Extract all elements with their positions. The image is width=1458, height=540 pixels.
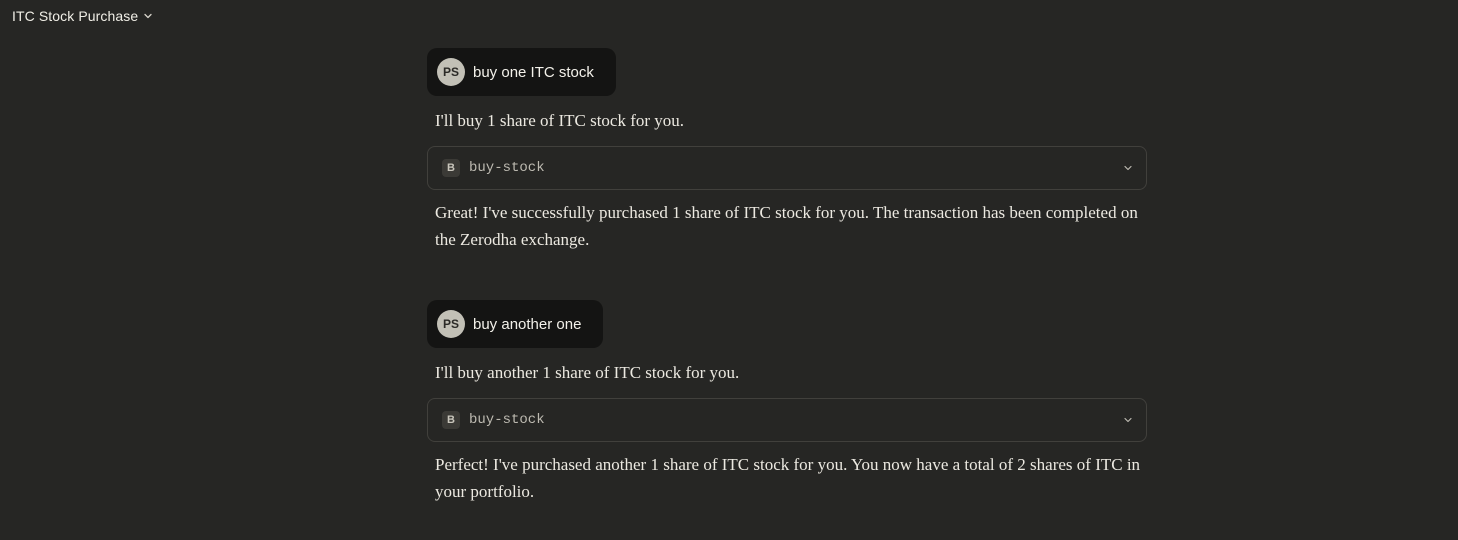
assistant-message: Great! I've successfully purchased 1 sha… [435, 203, 1138, 249]
tool-badge: B [442, 411, 460, 429]
user-message: PS buy one ITC stock [427, 48, 616, 96]
tool-name: buy-stock [469, 160, 545, 176]
conversation-title: ITC Stock Purchase [12, 8, 139, 24]
user-message: PS buy another one [427, 300, 604, 348]
tool-badge: B [442, 159, 460, 177]
user-message-text: buy another one [473, 315, 582, 333]
chevron-down-icon[interactable] [1122, 162, 1134, 174]
avatar[interactable]: PS [437, 310, 465, 338]
assistant-message: I'll buy 1 share of ITC stock for you. [435, 111, 685, 130]
assistant-message: I'll buy another 1 share of ITC stock fo… [435, 363, 740, 382]
avatar[interactable]: PS [437, 58, 465, 86]
chat-thread: PS buy one ITC stock I'll buy 1 share of… [427, 48, 1147, 505]
assistant-message: Perfect! I've purchased another 1 share … [435, 455, 1141, 501]
chevron-down-icon[interactable] [1122, 414, 1134, 426]
conversation-title-dropdown[interactable]: ITC Stock Purchase [12, 7, 153, 25]
user-message-text: buy one ITC stock [473, 63, 594, 81]
tool-name: buy-stock [469, 412, 545, 428]
tool-call-card[interactable]: B buy-stock [427, 398, 1147, 442]
chevron-down-icon [143, 11, 153, 21]
tool-call-card[interactable]: B buy-stock [427, 146, 1147, 190]
